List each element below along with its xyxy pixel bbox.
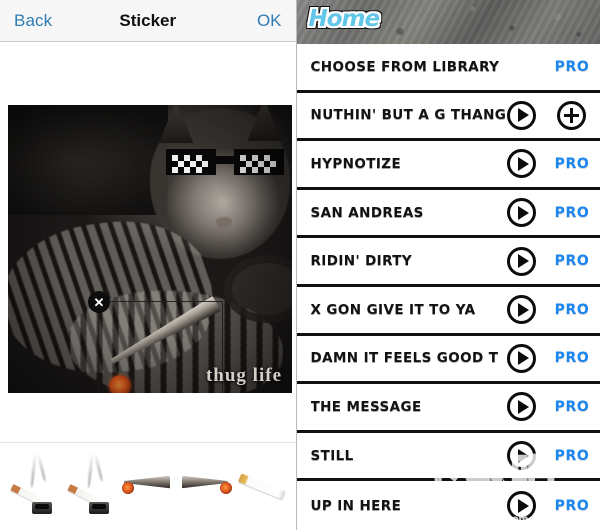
pro-badge[interactable]: PRO xyxy=(554,448,590,464)
plus-icon[interactable] xyxy=(557,100,586,130)
track-row[interactable]: HYPNOTIZE PRO xyxy=(296,141,600,190)
play-placeholder xyxy=(507,52,536,81)
photo-vignette xyxy=(8,105,292,393)
play-triangle xyxy=(517,156,529,171)
track-row[interactable]: NUTHIN' BUT A G THANG xyxy=(296,92,600,142)
pro-badge[interactable]: PRO xyxy=(554,302,590,318)
play-triangle xyxy=(517,498,529,513)
sticker-thumb-cigarette-ashtray-1[interactable] xyxy=(8,451,58,522)
pro-badge[interactable]: PRO xyxy=(554,205,590,221)
play-icon[interactable] xyxy=(507,392,536,422)
track-title: CHOOSE FROM LIBRARY xyxy=(310,58,500,75)
track-title: RIDIN' DIRTY xyxy=(310,253,413,270)
pro-badge[interactable]: PRO xyxy=(554,399,590,415)
ashtray-icon xyxy=(31,501,52,514)
track-row[interactable]: THE MESSAGE PRO xyxy=(296,384,600,433)
play-triangle xyxy=(517,448,529,463)
pro-badge[interactable]: PRO xyxy=(554,350,590,366)
track-row[interactable]: STILL PRO xyxy=(296,432,600,482)
play-triangle xyxy=(517,254,529,269)
play-triangle xyxy=(517,205,529,220)
track-row[interactable]: UP IN HERE PRO xyxy=(296,481,600,530)
play-triangle xyxy=(517,302,529,317)
pro-badge[interactable]: PRO xyxy=(554,253,590,269)
track-row[interactable]: X GON GIVE IT TO YA PRO xyxy=(296,286,600,336)
track-row[interactable]: CHOOSE FROM LIBRARY PRO xyxy=(296,44,600,93)
track-title: X GON GIVE IT TO YA xyxy=(310,301,476,318)
play-icon[interactable] xyxy=(507,100,536,130)
pro-badge[interactable]: PRO xyxy=(554,498,590,514)
track-title: THE MESSAGE xyxy=(310,398,422,415)
ok-button[interactable]: OK xyxy=(257,11,282,31)
home-panel: Home CHOOSE FROM LIBRARY PRO NUTHIN' BUT A… xyxy=(295,0,600,530)
play-icon[interactable] xyxy=(507,149,536,179)
smoke-wisp-icon-2 xyxy=(93,451,104,482)
editor-navbar: Back Sticker OK xyxy=(0,0,296,42)
smoke-wisp-icon xyxy=(29,451,37,488)
track-row[interactable]: RIDIN' DIRTY PRO xyxy=(296,238,600,287)
play-triangle xyxy=(517,351,529,366)
play-icon[interactable] xyxy=(507,295,536,325)
joint-tip-icon xyxy=(219,481,232,494)
track-title: STILL xyxy=(310,447,354,464)
home-logo[interactable]: Home xyxy=(309,6,381,32)
track-title: NUTHIN' BUT A G THANG xyxy=(310,107,507,124)
sticker-tray xyxy=(0,442,296,530)
cigarette-plain-icon xyxy=(238,472,287,500)
play-icon[interactable] xyxy=(507,198,536,228)
sticker-thumb-joint-right[interactable] xyxy=(181,452,232,522)
track-title: DAMN IT FEELS GOOD T xyxy=(310,350,499,367)
track-title: SAN ANDREAS xyxy=(310,204,424,221)
play-icon[interactable] xyxy=(507,246,536,276)
play-icon[interactable] xyxy=(507,441,536,471)
track-row[interactable]: DAMN IT FEELS GOOD T PRO xyxy=(296,335,600,385)
sticker-thumb-cigarette-plain[interactable] xyxy=(238,452,288,522)
track-row[interactable]: SAN ANDREAS PRO xyxy=(296,189,600,239)
thug-life-caption: thug life xyxy=(205,365,282,386)
joint-tip-icon xyxy=(121,481,134,494)
track-title: UP IN HERE xyxy=(310,497,402,514)
play-icon[interactable] xyxy=(507,343,536,373)
smoke-wisp-icon xyxy=(87,451,95,488)
app-root: Back Sticker OK thug life Home CHOOSE FR… xyxy=(0,0,600,530)
play-triangle xyxy=(517,399,529,414)
smoke-wisp-icon-2 xyxy=(36,451,47,482)
play-icon[interactable] xyxy=(507,491,536,521)
sticker-editor-panel: Back Sticker OK thug life xyxy=(0,0,296,530)
photo-canvas[interactable]: ✕ thug life xyxy=(8,105,292,393)
ashtray-icon xyxy=(89,501,110,514)
track-title: HYPNOTIZE xyxy=(310,155,402,172)
track-list: CHOOSE FROM LIBRARY PRO NUTHIN' BUT A G TH… xyxy=(296,44,600,530)
pro-badge[interactable]: PRO xyxy=(554,156,590,172)
sticker-thumb-joint-left[interactable] xyxy=(121,452,173,522)
sticker-thumb-cigarette-ashtray-2[interactable] xyxy=(65,451,115,522)
home-header: Home xyxy=(296,0,600,45)
play-triangle xyxy=(517,108,529,123)
back-button[interactable]: Back xyxy=(14,11,52,31)
pro-badge[interactable]: PRO xyxy=(554,59,590,75)
